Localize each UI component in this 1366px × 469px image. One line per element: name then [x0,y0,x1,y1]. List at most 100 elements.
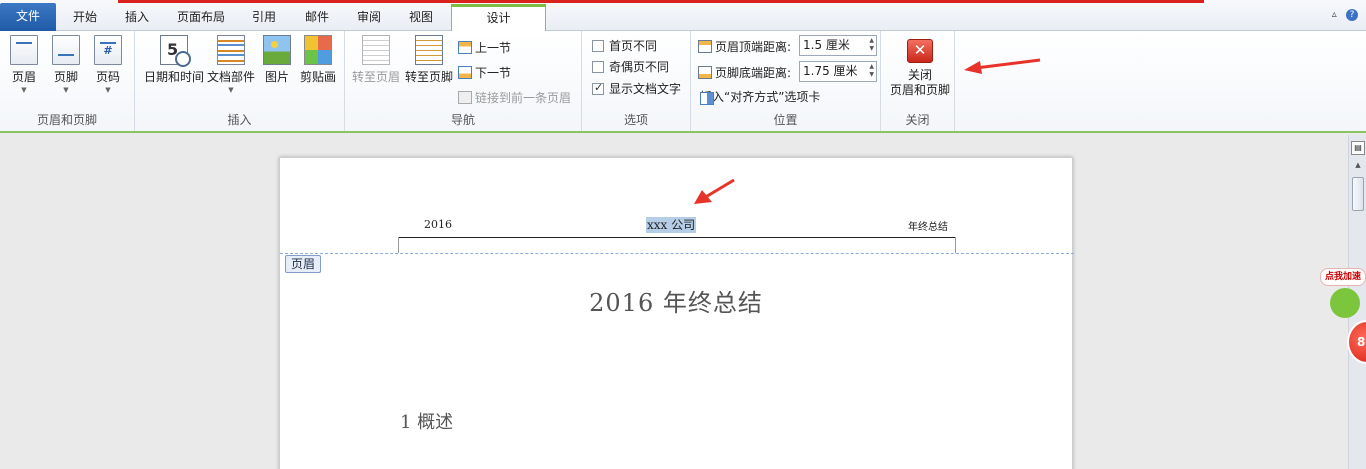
header-from-top-text: 页眉顶端距离: [715,40,792,54]
picture-label: 图片 [264,70,289,84]
next-section-label: 下一节 [475,66,512,80]
ruler-toggle-icon[interactable]: ▤ [1351,141,1365,155]
tab-page-layout[interactable]: 页面布局 [166,4,236,31]
chevron-down-icon: ▼ [228,86,234,94]
link-previous-label: 链接到前一条页眉 [475,91,572,105]
different-odd-even-checkbox[interactable]: 奇偶页不同 [592,58,669,75]
ribbon-tab-strip: 文件 开始 插入 页面布局 引用 邮件 审阅 视图 设计 ▵ ? [0,0,1366,32]
mascot-icon[interactable] [1330,288,1360,318]
footer-from-bottom-text: 页脚底端距离: [715,66,792,80]
header-button-label: 页眉 [11,70,36,84]
group-label: 插入 [227,113,252,127]
document-canvas: 2016 xxx 公司 年终总结 页眉 2016 年终总结 1 概述 [0,135,1348,469]
header-right-text[interactable]: 年终总结 [908,218,948,233]
group-label: 关闭 [905,113,930,127]
close-label-line2: 页眉和页脚 [889,83,950,97]
group-label: 导航 [450,113,475,127]
close-header-footer-button[interactable]: ✕ 关闭 页眉和页脚 [888,35,952,98]
different-odd-even-label: 奇偶页不同 [609,60,670,74]
tab-insert[interactable]: 插入 [112,4,162,31]
checkbox-unchecked [592,61,604,73]
footer-from-bottom-value: 1.75 厘米 [803,64,858,78]
help-icon[interactable]: ? [1346,9,1358,21]
group-header-footer: 页眉 ▼ 页脚 ▼ 页码 ▼ 页眉和页脚 [0,31,135,131]
header-selection[interactable]: xxx 公司 [646,217,697,233]
next-section-icon [458,66,472,79]
checkbox-checked [592,81,604,95]
clip-art-label: 剪贴画 [299,70,336,84]
close-label-line1: 关闭 [907,68,932,82]
header-from-top-value: 1.5 厘米 [803,38,850,52]
insert-alignment-tab-label: 插入“对齐方式”选项卡 [700,90,821,104]
picture-icon [263,35,291,65]
tab-view[interactable]: 视图 [396,4,446,31]
chevron-down-icon: ▼ [105,86,111,94]
quick-parts-button[interactable]: 文档部件 ▼ [205,35,257,95]
show-document-text-checkbox[interactable]: 显示文档文字 [592,80,681,97]
header-icon [10,35,38,65]
header-from-top-spinner[interactable]: 1.5 厘米 ▲ ▼ [799,35,877,56]
tab-references[interactable]: 引用 [240,4,288,31]
footer-from-bottom-label: 页脚底端距离: [698,64,791,81]
document-heading-1[interactable]: 1 概述 [400,408,453,434]
clip-art-icon [304,35,332,65]
footer-from-bottom-spinner[interactable]: 1.75 厘米 ▲ ▼ [799,61,877,82]
different-first-page-label: 首页不同 [609,39,658,53]
tab-file[interactable]: 文件 [0,3,56,31]
annotation-arrow-close [964,58,1041,74]
chevron-down-icon: ▼ [21,86,27,94]
checkbox-unchecked [592,40,604,52]
header-rule [398,237,956,253]
clip-art-button[interactable]: 剪贴画 [298,35,338,85]
header-position-icon [698,40,712,53]
title-accent-line [118,0,1204,3]
document-title[interactable]: 2016 年终总结 [280,283,1072,318]
tab-home[interactable]: 开始 [60,4,110,31]
page-number-button[interactable]: 页码 ▼ [91,35,125,95]
footer-icon [52,35,80,65]
scroll-up-icon[interactable]: ▲ [1351,161,1365,173]
footer-button[interactable]: 页脚 ▼ [49,35,83,95]
page-number-button-label: 页码 [95,70,120,84]
date-time-button[interactable]: 日期和时间 [141,35,207,85]
scroll-thumb[interactable] [1352,177,1364,211]
spinner-arrows-icon[interactable]: ▲ ▼ [869,63,874,79]
header-button[interactable]: 页眉 ▼ [7,35,41,95]
goto-footer-label: 转至页脚 [404,70,453,84]
header-tag: 页眉 [285,255,322,273]
footer-position-icon [698,66,712,79]
different-first-page-checkbox[interactable]: 首页不同 [592,37,657,54]
picture-button[interactable]: 图片 [260,35,294,85]
ribbon-design: 页眉 ▼ 页脚 ▼ 页码 ▼ 页眉和页脚 日期和时间 文档部件 ▼ 图片 [0,31,1366,133]
goto-header-button[interactable]: 转至页眉 [351,35,401,85]
goto-header-label: 转至页眉 [351,70,400,84]
page-number-icon [94,35,122,65]
tab-review[interactable]: 审阅 [344,4,394,31]
footer-button-label: 页脚 [53,70,78,84]
link-previous-button[interactable]: 链接到前一条页眉 [458,89,571,106]
tab-mailings[interactable]: 邮件 [292,4,342,31]
goto-footer-button[interactable]: 转至页脚 [404,35,454,85]
header-boundary [280,253,1074,254]
document-page[interactable]: 2016 xxx 公司 年终总结 页眉 2016 年终总结 1 概述 [279,157,1074,469]
previous-section-button[interactable]: 上一节 [458,39,511,56]
goto-header-icon [362,35,390,65]
minimize-ribbon-icon[interactable]: ▵ [1332,9,1337,20]
header-center-text[interactable]: xxx 公司 [646,216,697,233]
spinner-arrows-icon[interactable]: ▲ ▼ [869,37,874,53]
alignment-tab-icon [700,92,714,105]
header-from-top-label: 页眉顶端距离: [698,38,791,55]
quick-parts-label: 文档部件 [206,70,255,84]
header-left-text[interactable]: 2016 [424,218,452,231]
link-icon [458,91,472,104]
insert-alignment-tab-button[interactable]: 插入“对齐方式”选项卡 [700,88,820,105]
calendar-clock-icon [160,35,191,67]
previous-section-icon [458,41,472,54]
next-section-button[interactable]: 下一节 [458,64,511,81]
speed-up-label[interactable]: 点我加速 [1320,268,1366,286]
group-label: 页眉和页脚 [36,113,97,127]
show-document-text-label: 显示文档文字 [609,82,682,96]
tab-design[interactable]: 设计 [451,4,546,32]
date-time-label: 日期和时间 [143,70,204,84]
close-icon: ✕ [907,39,933,63]
